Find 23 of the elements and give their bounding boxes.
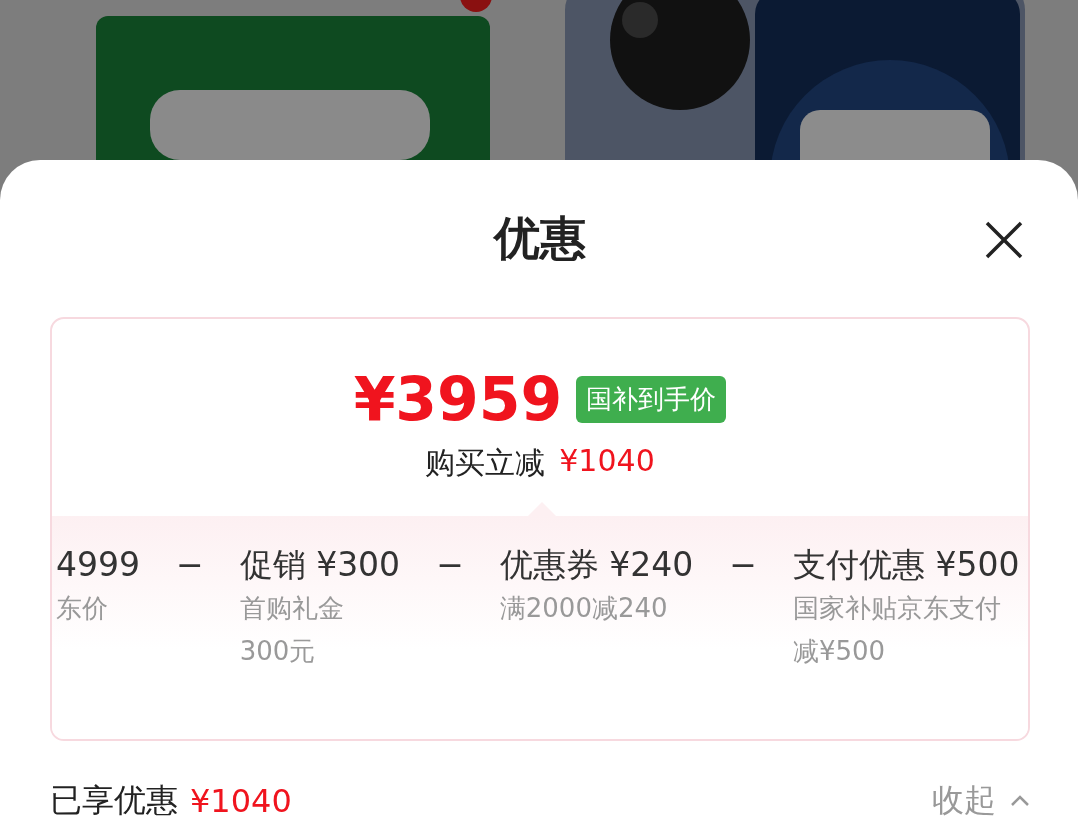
breakdown-note: 东价 [56, 591, 109, 625]
savings-amount: ¥1040 [190, 782, 292, 820]
sheet-title: 优惠 [494, 210, 586, 267]
breakdown-note: 300元 [239, 634, 317, 668]
breakdown-amount: 促销 ¥300 [239, 544, 401, 586]
breakdown-note: 满2000减240 [499, 591, 669, 625]
final-price: ¥3959 [353, 369, 563, 429]
minus-sign: − [729, 544, 757, 586]
close-icon[interactable] [984, 220, 1024, 260]
breakdown-amount: 优惠券 ¥240 [499, 544, 694, 586]
breakdown-amount: 支付优惠 ¥500 [792, 544, 1020, 586]
breakdown-amount: 4999 [56, 544, 140, 586]
breakdown-note: 首购礼金 [239, 591, 345, 625]
minus-sign: − [436, 544, 464, 586]
savings-label: 已享优惠 [50, 780, 178, 821]
breakdown-note: 减¥500 [792, 634, 887, 668]
price-tag: 国补到手价 [576, 375, 727, 423]
breakdown-note: 国家补贴京东支付 [792, 591, 1002, 625]
reduction-label: 购买立减 [425, 444, 546, 482]
collapse-link[interactable]: 收起 [932, 779, 996, 823]
chevron-up-icon[interactable] [1010, 795, 1030, 807]
reduction-amount: ¥1040 [559, 443, 655, 480]
minus-sign: − [176, 544, 204, 586]
